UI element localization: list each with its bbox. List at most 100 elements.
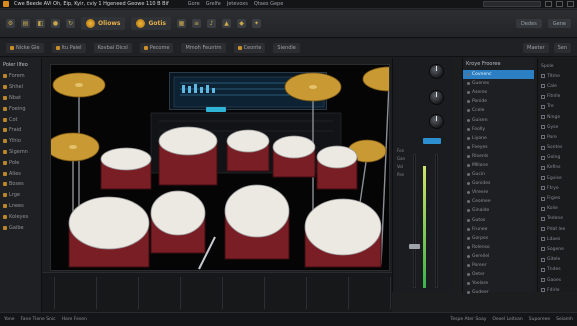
browser-item[interactable]: Gucin xyxy=(463,170,534,179)
left-panel-item[interactable]: Lnees xyxy=(0,201,41,212)
maximize-button[interactable] xyxy=(556,1,563,7)
menu-item[interactable]: Qtaes Gepe xyxy=(254,1,283,7)
tom-head[interactable] xyxy=(226,129,270,153)
pan-knob[interactable] xyxy=(429,90,444,105)
loop-icon[interactable]: ↻ xyxy=(66,19,75,28)
browser-item[interactable]: Rloenls xyxy=(463,152,534,161)
left-panel-item[interactable]: Koleyes xyxy=(0,211,41,222)
side-list-item[interactable]: Tltme xyxy=(538,71,577,81)
side-list-item[interactable]: Ldaes xyxy=(538,234,577,244)
left-panel-item[interactable]: Alies xyxy=(0,168,41,179)
gear-icon[interactable]: ⚙ xyxy=(6,19,15,28)
browser-item[interactable]: Gorpes xyxy=(463,234,534,243)
side-list-item[interactable]: Gitele xyxy=(538,255,577,265)
status-text[interactable]: Suporeee xyxy=(529,317,550,322)
browser-item[interactable]: Vlreere xyxy=(463,188,534,197)
status-text[interactable]: Tespe Ater Soay xyxy=(450,317,486,322)
browser-item[interactable]: Gonides xyxy=(463,179,534,188)
side-list-item[interactable]: Golng xyxy=(538,153,577,163)
browser-item[interactable]: Feeyes xyxy=(463,143,534,152)
search-input[interactable] xyxy=(483,1,541,7)
side-list-item[interactable]: Frgies xyxy=(538,193,577,203)
toolbar2-right-button[interactable]: Maeter xyxy=(523,42,549,53)
toolbar-pill[interactable]: Dedes xyxy=(516,19,542,28)
left-panel-item[interactable]: Pole xyxy=(0,157,41,168)
left-panel-item[interactable]: Forem xyxy=(0,71,41,82)
side-list-item[interactable]: Pdat lee xyxy=(538,224,577,234)
save-icon[interactable]: ◧ xyxy=(36,19,45,28)
settings-icon[interactable]: ✦ xyxy=(252,19,261,28)
toolbar2-button[interactable]: Nicke Gle xyxy=(6,42,44,53)
side-list-item[interactable]: Fitnlle xyxy=(538,92,577,102)
browser-item[interactable]: Frunee xyxy=(463,225,534,234)
side-list-item[interactable]: Fdirle xyxy=(538,285,577,295)
browser-item[interactable]: Guenes xyxy=(463,79,534,88)
mixer-select-button[interactable] xyxy=(423,138,441,144)
metronome-icon[interactable]: ▲ xyxy=(222,19,231,28)
browser-item[interactable]: Aseres xyxy=(463,88,534,97)
left-panel-item[interactable]: Boses xyxy=(0,179,41,190)
floor-tom-head[interactable] xyxy=(68,196,150,250)
tom-head[interactable] xyxy=(158,126,218,156)
tom-head[interactable] xyxy=(316,145,358,169)
timeline[interactable] xyxy=(42,272,392,312)
volume-knob[interactable] xyxy=(429,64,444,79)
brand2-button[interactable]: Gotis xyxy=(131,17,171,30)
browser-item[interactable]: Gudeer xyxy=(463,288,534,297)
close-button[interactable] xyxy=(567,1,574,7)
toolbar2-right-button[interactable]: Sen xyxy=(553,42,571,53)
left-panel-item[interactable]: Nbat xyxy=(0,93,41,104)
status-text[interactable]: Oexel Leitsan xyxy=(492,317,522,322)
left-panel-item[interactable]: Shhel xyxy=(0,82,41,93)
left-panel-item[interactable]: Gaibe xyxy=(0,222,41,233)
plugin-icon[interactable]: ◆ xyxy=(237,19,246,28)
grid-icon[interactable]: ▦ xyxy=(177,19,186,28)
browser-item[interactable]: Guisen xyxy=(463,115,534,124)
menu-item[interactable]: Gore xyxy=(188,1,200,7)
browser-item[interactable]: Gereilel xyxy=(463,252,534,261)
toolbar2-button[interactable]: Itu Paiel xyxy=(51,42,86,53)
left-panel-item[interactable]: Fraid xyxy=(0,125,41,136)
folder-icon[interactable]: ▤ xyxy=(21,19,30,28)
tom-head[interactable] xyxy=(272,135,316,159)
toolbar2-button[interactable]: Kovbal Dicsl xyxy=(93,42,132,53)
browser-item[interactable]: Gutos xyxy=(463,216,534,225)
drum-kit-stage[interactable] xyxy=(50,64,390,271)
left-panel-item[interactable]: Foeing xyxy=(0,103,41,114)
browser-item[interactable]: Covnenc xyxy=(463,70,534,80)
toolbar2-button[interactable]: Mmoh Feuntrn xyxy=(181,42,226,53)
side-list-item[interactable]: Ninge xyxy=(538,112,577,122)
browser-item[interactable]: Poreer xyxy=(463,261,534,270)
browser-item[interactable]: Ginaide xyxy=(463,206,534,215)
cymbal[interactable] xyxy=(362,66,390,92)
browser-item[interactable]: Ponide xyxy=(463,97,534,106)
side-list-item[interactable]: Ftrye xyxy=(538,183,577,193)
floor-tom-head[interactable] xyxy=(304,198,382,256)
browser-item[interactable]: Liyone xyxy=(463,134,534,143)
side-list-item[interactable]: Kefins xyxy=(538,163,577,173)
side-list-item[interactable]: Kolie xyxy=(538,204,577,214)
side-list-item[interactable]: Tre xyxy=(538,102,577,112)
toolbar2-button[interactable]: Ceonte xyxy=(233,42,266,53)
note-icon[interactable]: ♪ xyxy=(207,19,216,28)
side-list-item[interactable]: Pore xyxy=(538,132,577,142)
menu-item[interactable]: Jetevoxs xyxy=(227,1,248,7)
browser-item[interactable]: Ceomee xyxy=(463,197,534,206)
browser-item[interactable]: Yoelare xyxy=(463,279,534,288)
status-text[interactable]: Seiamh xyxy=(556,317,573,322)
left-panel-item[interactable]: Lrge xyxy=(0,190,41,201)
kick-head[interactable] xyxy=(224,184,290,238)
snare-head[interactable] xyxy=(100,147,152,171)
record-icon[interactable]: ● xyxy=(51,19,60,28)
toolbar2-button[interactable]: Pecome xyxy=(139,42,174,53)
browser-item[interactable]: Rolenso xyxy=(463,243,534,252)
side-list-item[interactable]: Cale xyxy=(538,81,577,91)
menu-item[interactable]: Grelfe xyxy=(206,1,221,7)
side-list-item[interactable]: Sontes xyxy=(538,143,577,153)
side-list-item[interactable]: Gaoes xyxy=(538,275,577,285)
browser-item[interactable]: Oeter xyxy=(463,270,534,279)
side-list-item[interactable]: Egvise xyxy=(538,173,577,183)
side-list-item[interactable]: Gyse xyxy=(538,122,577,132)
browser-item[interactable]: Mlllone xyxy=(463,161,534,170)
tone-knob[interactable] xyxy=(429,114,444,129)
